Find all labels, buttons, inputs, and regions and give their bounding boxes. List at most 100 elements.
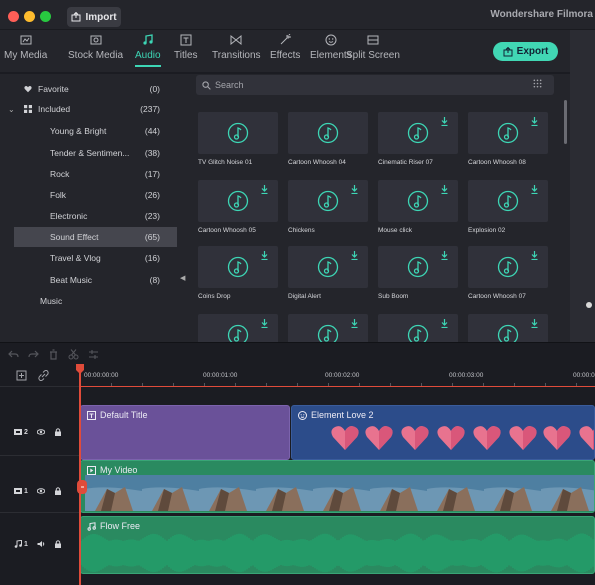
category-sound-effect[interactable]: Sound Effect (65): [14, 227, 177, 247]
audio-item-thumbnail[interactable]: [198, 112, 278, 154]
category-count: (65): [144, 232, 160, 242]
category-label: Music: [40, 296, 63, 306]
category-beat-music[interactable]: Beat Music (8): [14, 270, 177, 290]
undo-icon[interactable]: [8, 349, 19, 360]
library-scrollbar[interactable]: [564, 100, 567, 144]
video-track-icon: [14, 488, 22, 494]
effects-icon: [280, 34, 292, 45]
delete-icon[interactable]: [48, 349, 59, 360]
audio-item-thumbnail[interactable]: [288, 246, 368, 288]
title-clip[interactable]: Default Title: [80, 405, 290, 460]
category-label: Electronic: [50, 211, 88, 221]
tab-audio[interactable]: Audio: [135, 34, 161, 67]
preview-dot-indicator: [586, 302, 592, 308]
track-label: 1: [14, 487, 28, 495]
audio-item-label: Cartoon Whoosh 08: [468, 159, 526, 166]
music-note-icon: [317, 190, 339, 212]
download-icon[interactable]: [351, 319, 358, 328]
audio-item-thumbnail[interactable]: [198, 314, 278, 342]
category-included[interactable]: ⌄ Included (237): [8, 99, 177, 119]
close-window-button[interactable]: [8, 11, 19, 22]
download-icon[interactable]: [261, 251, 268, 260]
category-folk[interactable]: Folk (26): [14, 185, 177, 205]
download-icon[interactable]: [531, 117, 538, 126]
download-icon[interactable]: [351, 185, 358, 194]
download-icon[interactable]: [531, 251, 538, 260]
timeline-ruler[interactable]: 00:00:00:00 00:00:01:00 00:00:02:00 00:0…: [0, 366, 595, 387]
eye-icon[interactable]: [36, 428, 45, 436]
view-grid-icon[interactable]: [533, 79, 542, 88]
link-icon[interactable]: [38, 370, 49, 381]
category-count: (0): [149, 84, 160, 94]
timecode: 00:00:01:00: [203, 372, 238, 379]
download-icon[interactable]: [441, 185, 448, 194]
download-icon[interactable]: [351, 251, 358, 260]
clip-header: Default Title: [87, 410, 148, 420]
category-favorite[interactable]: Favorite (0): [14, 79, 177, 99]
collapse-panel-icon[interactable]: ◀: [180, 274, 185, 282]
audio-item-thumbnail[interactable]: [288, 112, 368, 154]
audio-item-thumbnail[interactable]: [378, 246, 458, 288]
audio-clip[interactable]: Flow Free: [80, 516, 595, 574]
titles-icon: [180, 34, 192, 46]
audio-item-thumbnail[interactable]: [378, 180, 458, 222]
import-button[interactable]: Import: [67, 7, 121, 27]
download-icon[interactable]: [441, 117, 448, 126]
audio-item-thumbnail[interactable]: [288, 314, 368, 342]
maximize-window-button[interactable]: [40, 11, 51, 22]
audio-item-label: Sub Boom: [378, 293, 409, 300]
redo-icon[interactable]: [28, 349, 39, 360]
track-number: 2: [24, 428, 28, 436]
audio-item-thumbnail[interactable]: [198, 180, 278, 222]
tab-effects-label: Effects: [270, 50, 301, 61]
video-clip[interactable]: My Video: [80, 460, 595, 513]
audio-item-thumbnail[interactable]: [198, 246, 278, 288]
music-note-icon: [497, 190, 519, 212]
video-frame-thumbnail: [142, 475, 199, 511]
speaker-icon[interactable]: [37, 540, 45, 548]
element-clip[interactable]: Element Love 2: [291, 405, 595, 460]
download-icon[interactable]: [531, 319, 538, 328]
cut-icon[interactable]: [68, 349, 79, 360]
download-icon[interactable]: [441, 319, 448, 328]
download-icon[interactable]: [441, 251, 448, 260]
tab-titles[interactable]: Titles: [174, 34, 198, 61]
tab-effects[interactable]: Effects: [270, 34, 300, 61]
audio-item-label: Mouse click: [378, 227, 412, 234]
category-music[interactable]: Music: [14, 291, 177, 311]
lock-icon[interactable]: [54, 487, 62, 495]
audio-clip-icon: [87, 521, 96, 531]
download-icon[interactable]: [261, 319, 268, 328]
download-icon[interactable]: [261, 185, 268, 194]
category-travel-vlog[interactable]: Travel & Vlog (16): [14, 248, 177, 268]
audio-item-thumbnail[interactable]: [288, 180, 368, 222]
export-label: Export: [516, 46, 549, 57]
track-controls: 2: [14, 428, 62, 436]
audio-item-thumbnail[interactable]: [468, 246, 548, 288]
export-button[interactable]: Export: [493, 42, 558, 61]
audio-item-thumbnail[interactable]: [468, 112, 548, 154]
lock-icon[interactable]: [54, 428, 62, 436]
category-electronic[interactable]: Electronic (23): [14, 206, 177, 226]
playhead[interactable]: [79, 366, 81, 585]
eye-icon[interactable]: [36, 487, 45, 495]
audio-item-thumbnail[interactable]: [468, 314, 548, 342]
playhead-handle-icon[interactable]: [75, 364, 85, 374]
tab-stock-media[interactable]: Stock Media: [68, 34, 123, 61]
add-track-icon[interactable]: [16, 370, 27, 381]
audio-item-thumbnail[interactable]: [378, 112, 458, 154]
audio-item-thumbnail[interactable]: [468, 180, 548, 222]
category-tender-sentimental[interactable]: Tender & Sentimen... (38): [14, 143, 177, 163]
minimize-window-button[interactable]: [24, 11, 35, 22]
category-rock[interactable]: Rock (17): [14, 164, 177, 184]
tab-transitions[interactable]: Transitions: [212, 34, 261, 61]
adjust-icon[interactable]: [88, 349, 99, 360]
tab-my-media[interactable]: My Media: [4, 34, 47, 61]
lock-icon[interactable]: [54, 540, 62, 548]
search-input[interactable]: Search: [196, 75, 554, 95]
download-icon[interactable]: [531, 185, 538, 194]
music-note-icon: [497, 122, 519, 144]
audio-item-thumbnail[interactable]: [378, 314, 458, 342]
category-young-bright[interactable]: Young & Bright (44): [14, 121, 177, 141]
tab-split-screen[interactable]: Split Screen: [346, 34, 400, 61]
